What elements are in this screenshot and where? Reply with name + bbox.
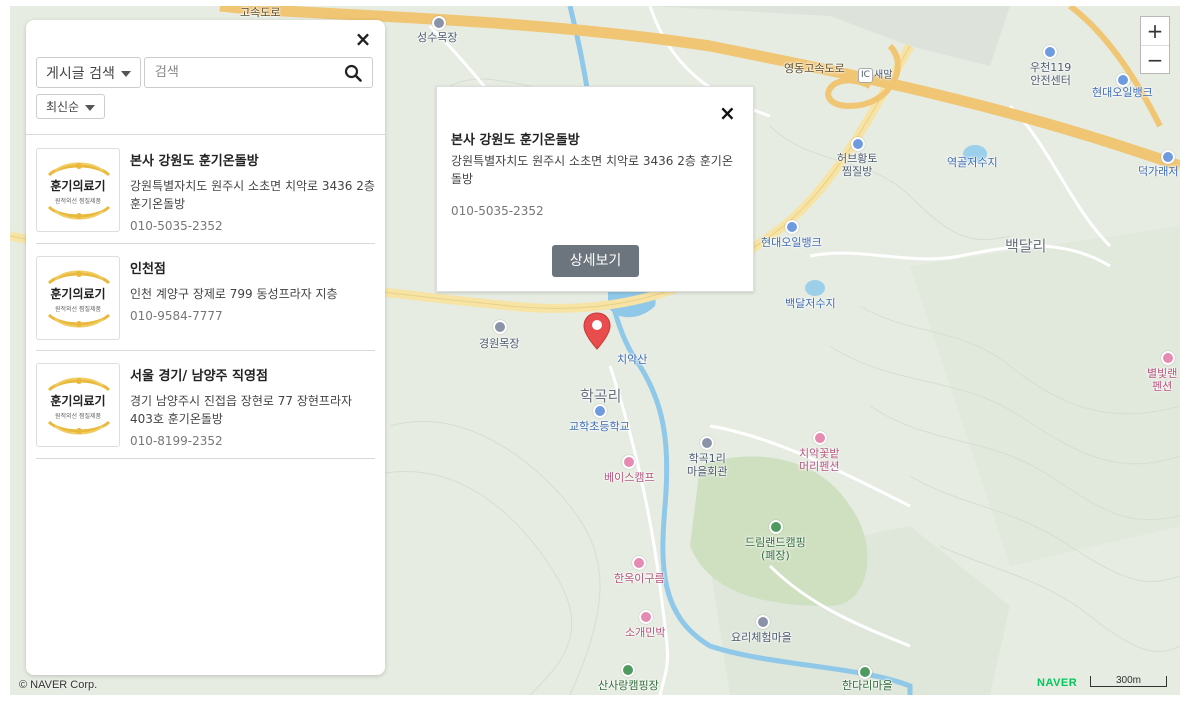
ic-badge: IC bbox=[858, 68, 873, 83]
store-address: 강원특별자치도 원주시 소초면 치악로 3436 2층 훈기온돌방 bbox=[130, 179, 375, 211]
basecamp-icon[interactable] bbox=[622, 455, 636, 469]
popup-close-button[interactable]: × bbox=[719, 101, 736, 125]
store-info: 인천점 인천 계양구 장제로 799 동성프라자 지층 010-9584-777… bbox=[130, 256, 375, 340]
popup-title: 본사 강원도 훈기온돌방 bbox=[451, 133, 580, 148]
village-icon[interactable] bbox=[756, 615, 770, 629]
store-info: 본사 강원도 훈기온돌방 강원특별자치도 원주시 소초면 치악로 3436 2층… bbox=[130, 148, 375, 233]
campsite-icon[interactable] bbox=[621, 663, 635, 677]
label-saemal: 새말 bbox=[874, 70, 893, 81]
store-address: 경기 남양주시 진접읍 장현로 77 장현프라자 403호 훈기온돌방 bbox=[130, 394, 353, 426]
gas-station-icon[interactable] bbox=[1116, 73, 1130, 87]
label-chiaksan: 치악산 bbox=[617, 353, 648, 366]
detail-button[interactable]: 상세보기 bbox=[552, 245, 639, 277]
label-hanok: 한옥이구름 bbox=[614, 572, 665, 585]
chevron-down-icon bbox=[85, 105, 96, 111]
label-gyeongwon: 경원목장 bbox=[479, 337, 520, 350]
search-input[interactable] bbox=[154, 65, 344, 80]
chevron-down-icon bbox=[120, 71, 131, 77]
label-hakgokri: 학곡리 bbox=[580, 387, 622, 405]
pension-right-icon[interactable] bbox=[1161, 351, 1175, 365]
search-row: 게시글 검색 bbox=[36, 57, 373, 88]
label-hyundai-oil-mid: 현대오일뱅크 bbox=[761, 236, 822, 249]
seongsu-ranch-icon[interactable] bbox=[432, 16, 446, 30]
logo-subtext: 원적외선 찜질제품 bbox=[54, 306, 102, 313]
label-yeokgol: 역골저수지 bbox=[947, 156, 998, 169]
store-info: 서울 경기/ 남양주 직영점 경기 남양주시 진접읍 장현로 77 장현프라자 … bbox=[130, 363, 375, 448]
camping-icon[interactable] bbox=[769, 520, 783, 534]
zoom-control: + − bbox=[1140, 16, 1170, 74]
gas-station-mid-icon[interactable] bbox=[785, 220, 799, 234]
label-expressway: 영동고속도로 bbox=[784, 62, 845, 75]
label-baekdal-reservoir: 백달저수지 bbox=[785, 297, 836, 310]
logo-text: 훈기의료기 bbox=[50, 179, 106, 193]
popup-phone: 010-5035-2352 bbox=[451, 204, 544, 218]
minbak-icon[interactable] bbox=[639, 610, 653, 624]
logo-text: 훈기의료기 bbox=[50, 287, 106, 301]
hanok-icon[interactable] bbox=[632, 556, 646, 570]
search-icon[interactable] bbox=[344, 64, 362, 82]
store-list: 훈기의료기 원적외선 찜질제품 본사 강원도 훈기온돌방 강원특별자치도 원주시… bbox=[36, 142, 375, 459]
naver-logo[interactable]: NAVER bbox=[1037, 677, 1077, 689]
store-phone: 010-5035-2352 bbox=[130, 219, 223, 233]
fire-station-icon[interactable] bbox=[1043, 45, 1057, 59]
store-name[interactable]: 본사 강원도 훈기온돌방 bbox=[130, 150, 375, 169]
sort-row: 최신순 bbox=[36, 94, 106, 119]
search-type-label: 게시글 검색 bbox=[46, 65, 115, 82]
sort-label: 최신순 bbox=[46, 100, 80, 114]
label-hakgok-hall: 학곡1리 마을회관 bbox=[687, 452, 728, 478]
zoom-in-button[interactable]: + bbox=[1141, 17, 1169, 45]
list-item[interactable]: 훈기의료기 원적외선 찜질제품 인천점 인천 계양구 장제로 799 동성프라자… bbox=[36, 244, 375, 351]
list-item[interactable]: 훈기의료기 원적외선 찜질제품 서울 경기/ 남양주 직영점 경기 남양주시 진… bbox=[36, 351, 375, 459]
pension-icon[interactable] bbox=[813, 431, 827, 445]
village-bottom-icon[interactable] bbox=[858, 665, 872, 679]
label-ujeon119: 우천119 안전센터 bbox=[1030, 61, 1072, 87]
zoom-out-button[interactable]: − bbox=[1141, 45, 1169, 73]
label-expressway-tl: 고속도로 bbox=[240, 6, 281, 19]
store-name[interactable]: 서울 경기/ 남양주 직영점 bbox=[130, 365, 375, 384]
label-seongsu: 성수목장 bbox=[417, 31, 458, 44]
store-phone: 010-9584-7777 bbox=[130, 309, 223, 323]
label-deokgarae: 덕가래저 bbox=[1138, 165, 1179, 178]
label-sansarang: 산사랑캠핑장 bbox=[598, 679, 659, 692]
search-box bbox=[143, 57, 373, 88]
logo-text: 훈기의료기 bbox=[50, 394, 106, 408]
store-phone: 010-8199-2352 bbox=[130, 434, 223, 448]
label-herb: 허브황토 찜질방 bbox=[837, 152, 878, 178]
map-copyright: © NAVER Corp. bbox=[19, 679, 98, 691]
store-thumbnail: 훈기의료기 원적외선 찜질제품 bbox=[36, 256, 120, 340]
spa-icon[interactable] bbox=[851, 137, 865, 151]
divider bbox=[26, 134, 385, 135]
hall-icon[interactable] bbox=[700, 436, 714, 450]
sort-select[interactable]: 최신순 bbox=[36, 94, 106, 119]
school-icon[interactable] bbox=[593, 404, 607, 418]
poi-icon-right[interactable] bbox=[1161, 150, 1175, 164]
popup-address: 강원특별자치도 원주시 소초면 치악로 3436 2층 훈기온돌방 bbox=[451, 154, 733, 186]
logo-subtext: 원적외선 찜질제품 bbox=[54, 198, 102, 205]
label-hyundai-oil-top: 현대오일뱅크 bbox=[1092, 86, 1153, 99]
label-byeolbit: 별빛랜 펜션 bbox=[1147, 367, 1178, 393]
ranch-icon[interactable] bbox=[493, 320, 507, 334]
store-name[interactable]: 인천점 bbox=[130, 258, 375, 277]
label-basecamp: 베이스캠프 bbox=[604, 471, 655, 484]
label-handari: 한다리마을 bbox=[842, 679, 893, 692]
store-thumbnail: 훈기의료기 원적외선 찜질제품 bbox=[36, 148, 120, 232]
store-address: 인천 계양구 장제로 799 동성프라자 지층 bbox=[130, 287, 338, 301]
label-chiak-kkot: 치악꽃밭 머리펜션 bbox=[799, 447, 840, 473]
label-yori: 요리체험마을 bbox=[731, 631, 792, 644]
list-item[interactable]: 훈기의료기 원적외선 찜질제품 본사 강원도 훈기온돌방 강원특별자치도 원주시… bbox=[36, 142, 375, 244]
store-thumbnail: 훈기의료기 원적외선 찜질제품 bbox=[36, 363, 120, 447]
store-popup: × 본사 강원도 훈기온돌방 강원특별자치도 원주시 소초면 치악로 3436 … bbox=[436, 86, 754, 292]
label-baekdalri: 백달리 bbox=[1005, 237, 1047, 255]
map-scale-bar: 300m bbox=[1090, 676, 1167, 687]
label-gyohak: 교학초등학교 bbox=[569, 420, 630, 433]
search-type-select[interactable]: 게시글 검색 bbox=[36, 57, 141, 88]
store-list-panel: × 게시글 검색 최신순 bbox=[26, 20, 385, 675]
panel-close-button[interactable]: × bbox=[354, 29, 372, 49]
location-pin-icon[interactable] bbox=[583, 312, 611, 350]
logo-subtext: 원적외선 찜질제품 bbox=[54, 413, 102, 420]
label-dreamland: 드림랜드캠핑 (폐장) bbox=[745, 536, 806, 562]
label-sogae: 소개민박 bbox=[625, 626, 666, 639]
